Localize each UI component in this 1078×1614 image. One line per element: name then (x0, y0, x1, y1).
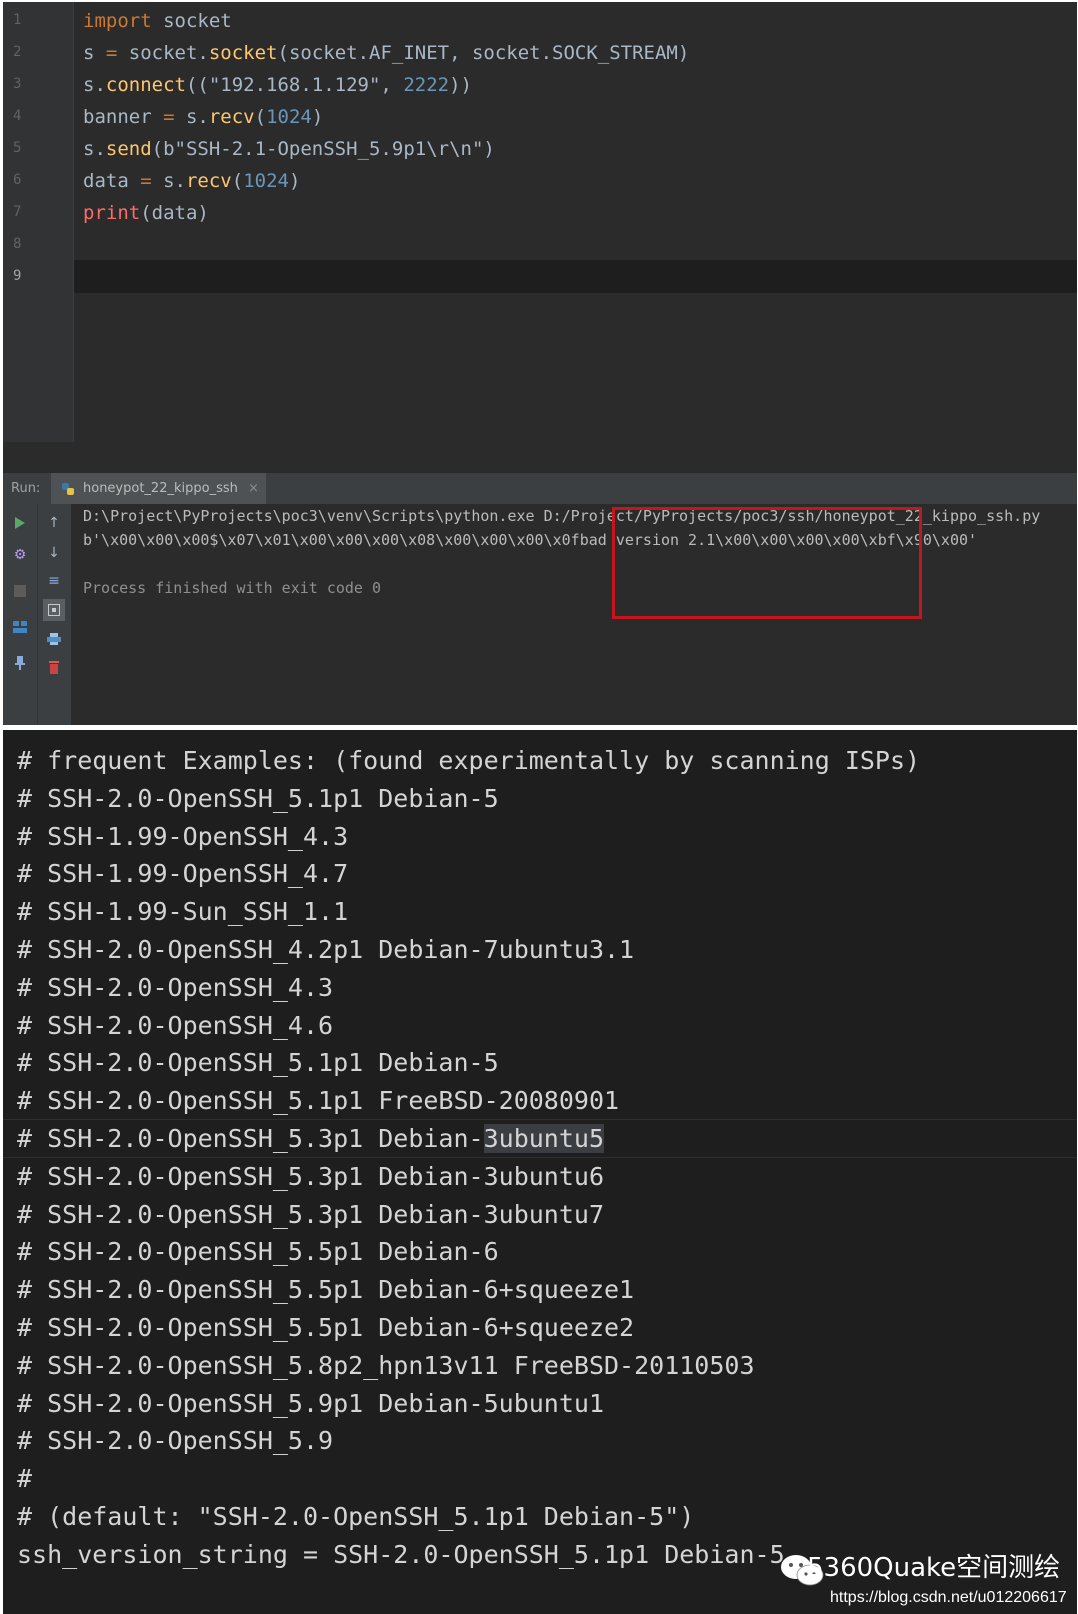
watermark-url: https://blog.csdn.net/u012206617 (830, 1589, 1067, 1606)
run-toolbar-right: ↑ ↓ ≡ (37, 504, 71, 725)
code-token: )) (449, 74, 472, 96)
config-comment-line: # SSH-2.0-OpenSSH_5.3p1 Debian-3ubuntu6 (17, 1161, 604, 1191)
code-token: import (83, 10, 152, 32)
rerun-icon[interactable] (9, 512, 31, 534)
config-comment-line: # SSH-2.0-OpenSSH_5.3p1 Debian-3ubuntu5 (17, 1124, 605, 1153)
config-comment-line: # SSH-2.0-OpenSSH_5.1p1 Debian-5 (17, 783, 499, 813)
code-token: s (83, 42, 106, 64)
code-token: s. (174, 106, 209, 128)
code-token: socket (151, 10, 232, 32)
code-token: connect (105, 74, 186, 96)
line-number: 2 (13, 44, 22, 60)
code-token: data (83, 170, 141, 192)
print-icon[interactable] (43, 628, 65, 650)
code-token: (data) (140, 202, 209, 224)
code-token: recv (208, 106, 255, 128)
config-comment-line: # SSH-2.0-OpenSSH_5.5p1 Debian-6+squeeze… (17, 1313, 635, 1342)
line-number: 7 (13, 204, 22, 220)
code-token: (socket.AF_INET, socket.SOCK_STREAM) (277, 42, 690, 64)
line-number-gutter: 1 2 3 4 5 6 7 8 9 (3, 2, 74, 442)
config-comment-line: # SSH-1.99-Sun_SSH_1.1 (17, 897, 349, 927)
code-token: s. (83, 138, 106, 160)
code-token: 1024 (243, 170, 289, 192)
code-line: data = s.recv(1024) (83, 165, 300, 197)
code-line: banner = s.recv(1024) (83, 101, 323, 133)
line-number: 5 (13, 140, 22, 156)
config-comment-line: # SSH-2.0-OpenSSH_5.8p2_hpn13v11 FreeBSD… (17, 1350, 755, 1380)
line-number: 4 (13, 108, 22, 124)
run-label: Run: (11, 481, 41, 496)
code-token: 2222 (403, 74, 450, 96)
layout-icon[interactable] (9, 616, 31, 638)
code-token: s. (151, 170, 186, 192)
config-comment-line: # SSH-2.0-OpenSSH_5.1p1 Debian-5 (17, 1048, 499, 1078)
config-comment-line: # SSH-2.0-OpenSSH_5.5p1 Debian-6+squeeze… (17, 1275, 635, 1305)
code-token: send (105, 138, 152, 160)
line-number: 6 (13, 172, 22, 188)
config-setting-line: ssh_version_string = SSH-2.0-OpenSSH_5.1… (17, 1539, 785, 1569)
run-tab-honeypot[interactable]: honeypot_22_kippo_ssh × (51, 473, 266, 505)
config-comment-line: # SSH-2.0-OpenSSH_4.6 (17, 1010, 334, 1040)
soft-wrap-icon[interactable]: ≡ (43, 570, 65, 592)
config-comment-line: # SSH-1.99-OpenSSH_4.7 (17, 859, 349, 889)
code-token: socket (208, 42, 278, 64)
code-token: s. (83, 74, 106, 96)
code-token: ( (254, 106, 267, 128)
code-token: ( (231, 170, 244, 192)
text-selection: 3ubuntu5 (483, 1124, 605, 1153)
code-token: banner (83, 106, 164, 128)
config-comment-line: # (17, 1464, 33, 1494)
run-toolbar-left: ⚙ (3, 504, 37, 725)
config-comment-line: # SSH-2.0-OpenSSH_4.3 (17, 972, 334, 1002)
code-token: 1024 (266, 106, 312, 128)
code-token: = (105, 42, 118, 64)
python-icon (62, 483, 74, 495)
code-token: print (83, 202, 141, 224)
code-token: = (140, 170, 152, 192)
line-number: 3 (13, 76, 22, 92)
current-line-highlight (3, 260, 1077, 293)
code-line: s.send(b"SSH-2.1-OpenSSH_5.9p1\r\n") (83, 133, 495, 165)
run-toolbar: Run: honeypot_22_kippo_ssh × (3, 472, 1077, 505)
code-token: recv (185, 170, 232, 192)
ide-window: 123456789 import socket s = socket.socket… (3, 2, 1077, 725)
code-editor[interactable]: 123456789 import socket s = socket.socket… (3, 2, 1077, 442)
scroll-to-end-icon[interactable] (43, 599, 65, 621)
code-token: = (163, 106, 175, 128)
config-comment-line: # frequent Examples: (found experimental… (17, 746, 921, 775)
code-line: s = socket.socket(socket.AF_INET, socket… (83, 37, 689, 69)
config-comment-line: # SSH-1.99-OpenSSH_4.3 (17, 821, 349, 851)
code-line: print(data) (83, 197, 209, 229)
close-icon[interactable]: × (248, 473, 259, 505)
config-comment-line: # (default: "SSH-2.0-OpenSSH_5.1p1 Debia… (17, 1502, 695, 1531)
code-token: socket. (117, 42, 209, 64)
config-file-view: # frequent Examples: (found experimental… (3, 730, 1077, 1614)
code-token: (("192.168.1.129", (185, 74, 404, 96)
code-token: ) (288, 170, 301, 192)
code-line: s.connect(("192.168.1.129", 2222)) (83, 69, 472, 101)
console-line: Process finished with exit code 0 (83, 579, 382, 597)
watermark-brand: 5360Quake空间测绘 (807, 1553, 1061, 1583)
highlight-box (612, 507, 922, 619)
trash-icon[interactable] (43, 656, 65, 678)
pin-icon[interactable] (9, 652, 31, 674)
line-number: 8 (13, 236, 22, 252)
code-token: ) (311, 106, 324, 128)
config-comment-line: # SSH-2.0-OpenSSH_5.9 (17, 1426, 334, 1456)
config-comment-line: # SSH-2.0-OpenSSH_4.2p1 Debian-7ubuntu3.… (17, 935, 635, 964)
code-token: (b"SSH-2.1-OpenSSH_5.9p1\r\n") (151, 138, 495, 160)
settings-gear-icon[interactable]: ⚙ (9, 544, 31, 566)
config-comment-line: # SSH-2.0-OpenSSH_5.3p1 Debian-3ubuntu7 (17, 1199, 604, 1229)
stop-icon[interactable] (9, 580, 31, 602)
config-comment-line: # SSH-2.0-OpenSSH_5.1p1 FreeBSD-20080901 (17, 1086, 620, 1116)
arrow-down-icon[interactable]: ↓ (43, 542, 65, 564)
config-comment-line: # SSH-2.0-OpenSSH_5.9p1 Debian-5ubuntu1 (17, 1388, 604, 1418)
run-tab-label: honeypot_22_kippo_ssh (83, 481, 238, 496)
config-comment-line: # SSH-2.0-OpenSSH_5.5p1 Debian-6 (17, 1237, 499, 1267)
line-number: 9 (13, 268, 22, 284)
arrow-up-icon[interactable]: ↑ (43, 512, 65, 534)
line-number: 1 (13, 12, 22, 28)
code-line: import socket (83, 5, 232, 37)
